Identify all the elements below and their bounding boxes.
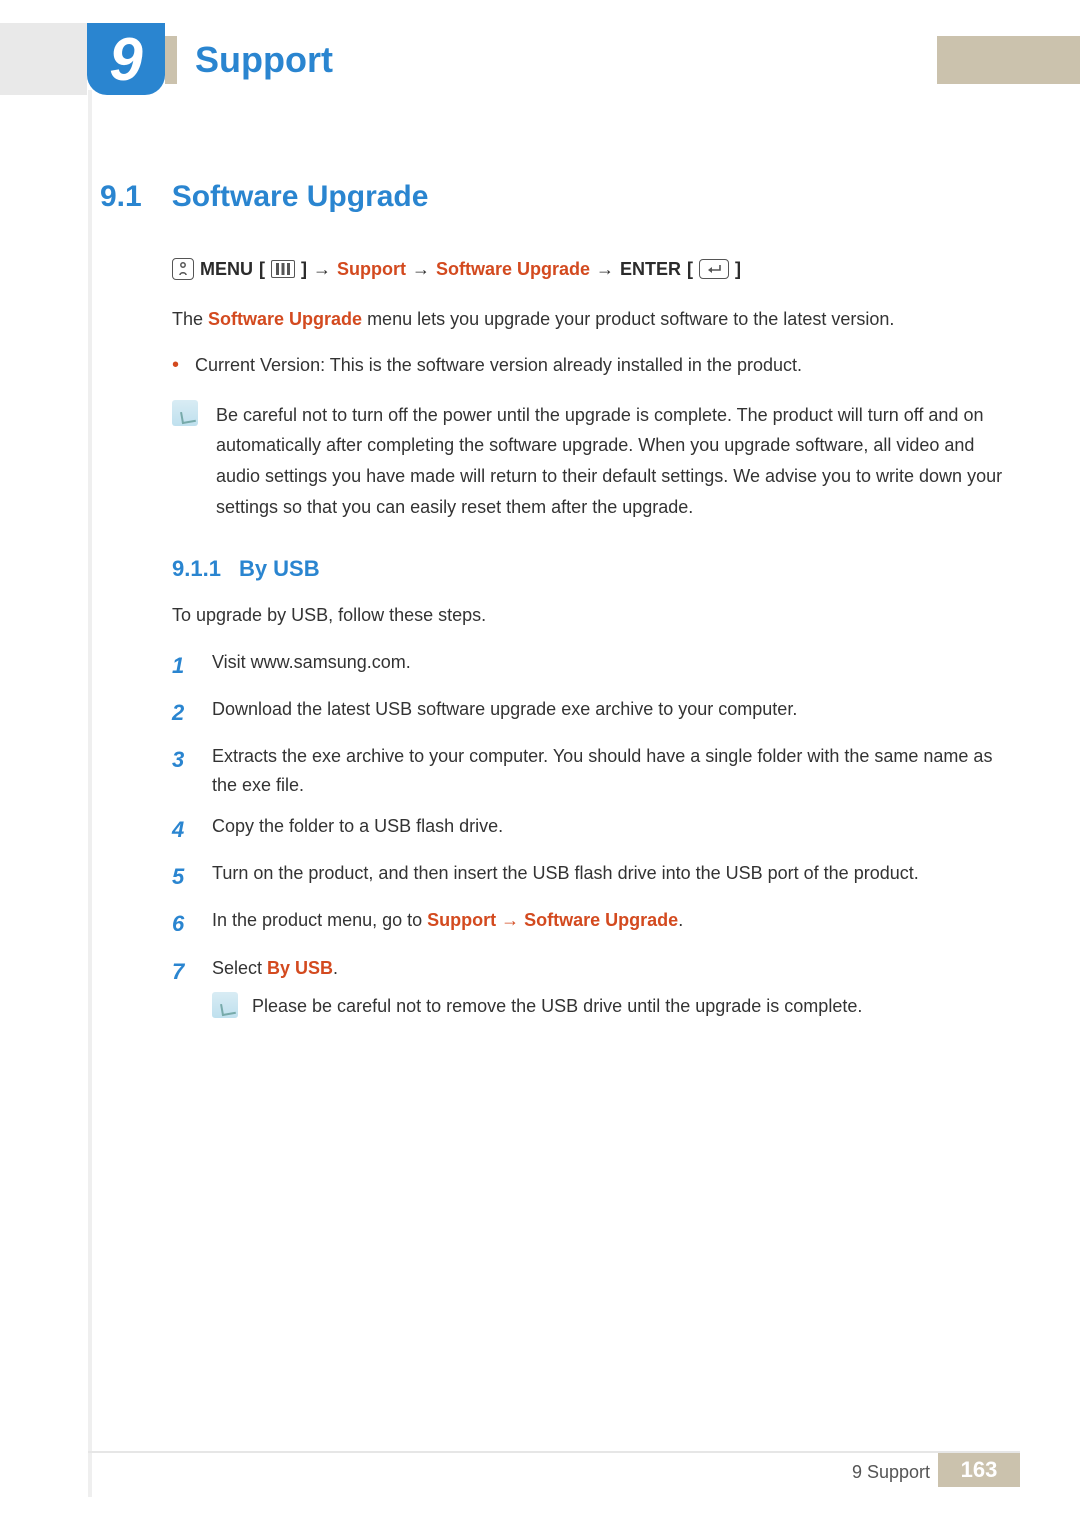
note-icon — [172, 400, 198, 426]
step-text: Copy the folder to a USB flash drive. — [212, 812, 503, 847]
step6-support: Support — [427, 910, 496, 930]
remote-osd-icon — [172, 258, 194, 280]
arrow-1: → — [313, 259, 331, 280]
step-text: In the product menu, go to Support → Sof… — [212, 906, 683, 941]
arrow-2: → — [412, 259, 430, 280]
step-number: 7 — [172, 954, 192, 1022]
note-text: Be careful not to turn off the power unt… — [216, 400, 1020, 522]
step-number: 2 — [172, 695, 192, 730]
step7-note-text: Please be careful not to remove the USB … — [252, 992, 862, 1021]
bracket-open: [ — [259, 259, 265, 280]
step6-arrow: → — [496, 910, 524, 930]
step-6: 6 In the product menu, go to Support → S… — [172, 906, 1020, 941]
menu-path: MENU [ ] → Support → Software Upgrade → … — [172, 258, 1020, 280]
step-text: Extracts the exe archive to your compute… — [212, 742, 1020, 800]
note-caution: Be careful not to turn off the power unt… — [172, 400, 1020, 522]
step-number: 6 — [172, 906, 192, 941]
enter-label: ENTER — [620, 259, 681, 280]
section-number: 9.1 — [100, 180, 142, 214]
bracket-open-2: [ — [687, 259, 693, 280]
step-7: 7 Select By USB. Please be careful not t… — [172, 954, 1020, 1022]
intro-prefix: The — [172, 309, 208, 329]
bullet-current-version: • Current Version: This is the software … — [172, 352, 1020, 380]
path-support: Support — [337, 259, 406, 280]
chapter-number-badge: 9 — [87, 23, 165, 95]
step6-suffix: . — [678, 910, 683, 930]
page-footer: 9 Support 163 — [88, 1451, 1080, 1487]
step-number: 5 — [172, 859, 192, 894]
bracket-close-2: ] — [735, 259, 741, 280]
chapter-header: 9 Support — [0, 28, 1080, 90]
section-heading: 9.1 Software Upgrade — [100, 180, 1020, 214]
content: 9.1 Software Upgrade MENU [ ] → Support … — [100, 180, 1020, 1033]
path-software-upgrade: Software Upgrade — [436, 259, 590, 280]
bullet-dot-icon: • — [172, 352, 179, 380]
page: 9 Support 9.1 Software Upgrade MENU [ — [0, 0, 1080, 1527]
step6-prefix: In the product menu, go to — [212, 910, 427, 930]
step7-byusb: By USB — [267, 958, 333, 978]
step-number: 4 — [172, 812, 192, 847]
chapter-number: 9 — [109, 25, 142, 94]
step-text: Download the latest USB software upgrade… — [212, 695, 797, 730]
subsection-heading: 9.1.1 By USB — [172, 556, 1020, 582]
page-number-badge: 163 — [938, 1453, 1020, 1487]
step-1: 1 Visit www.samsung.com. — [172, 648, 1020, 683]
step-text: Visit www.samsung.com. — [212, 648, 411, 683]
step-text: Select By USB. Please be careful not to … — [212, 954, 862, 1022]
step7-prefix: Select — [212, 958, 267, 978]
usb-intro: To upgrade by USB, follow these steps. — [172, 602, 1020, 630]
header-strip: Support — [165, 36, 1080, 84]
intro-highlight: Software Upgrade — [208, 309, 362, 329]
chapter-title: Support — [195, 39, 333, 81]
note-icon — [212, 992, 238, 1018]
step-number: 1 — [172, 648, 192, 683]
page-number: 163 — [961, 1457, 998, 1483]
step-3: 3 Extracts the exe archive to your compu… — [172, 742, 1020, 800]
intro-paragraph: The Software Upgrade menu lets you upgra… — [172, 306, 1020, 334]
menu-grid-icon — [271, 260, 295, 278]
bullet-text: Current Version: This is the software ve… — [195, 352, 802, 380]
subsection-title: By USB — [239, 556, 320, 582]
section-title: Software Upgrade — [172, 180, 429, 214]
arrow-3: → — [596, 259, 614, 280]
step7-suffix: . — [333, 958, 338, 978]
bullet-label: Current Version — [195, 355, 320, 375]
header-left-block — [0, 23, 87, 95]
bracket-close: ] — [301, 259, 307, 280]
footer-divider — [88, 1451, 1020, 1453]
intro-suffix: menu lets you upgrade your product softw… — [362, 309, 894, 329]
step-text: Turn on the product, and then insert the… — [212, 859, 919, 894]
step-4: 4 Copy the folder to a USB flash drive. — [172, 812, 1020, 847]
bullet-body: : This is the software version already i… — [320, 355, 802, 375]
step-5: 5 Turn on the product, and then insert t… — [172, 859, 1020, 894]
step-2: 2 Download the latest USB software upgra… — [172, 695, 1020, 730]
enter-key-icon — [699, 259, 729, 279]
step-number: 3 — [172, 742, 192, 800]
left-rail — [88, 90, 92, 1497]
subsection-number: 9.1.1 — [172, 556, 221, 582]
step7-note: Please be careful not to remove the USB … — [212, 992, 862, 1021]
menu-label: MENU — [200, 259, 253, 280]
footer-label: 9 Support — [852, 1462, 930, 1483]
section-body: MENU [ ] → Support → Software Upgrade → … — [172, 258, 1020, 1021]
step6-software-upgrade: Software Upgrade — [524, 910, 678, 930]
chapter-title-box: Support — [177, 28, 937, 92]
